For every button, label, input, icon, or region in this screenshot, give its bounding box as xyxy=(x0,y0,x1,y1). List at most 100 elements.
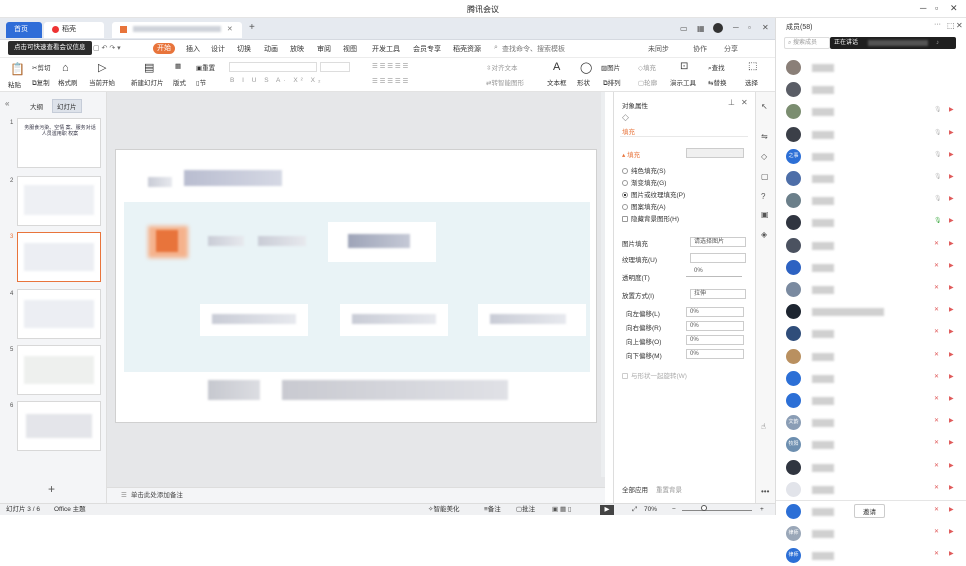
mic-status-icon[interactable]: ✕ xyxy=(934,284,939,291)
member-row[interactable]: ✕ ▶ xyxy=(784,458,964,478)
app-minimize-icon[interactable]: ─ xyxy=(733,23,739,32)
mic-status-icon[interactable]: 🎙 xyxy=(934,217,942,224)
fill-header[interactable]: ▴ 填充 xyxy=(622,149,640,159)
share-button[interactable]: 分享 xyxy=(724,44,738,54)
arrange-button[interactable]: ⧉排列 xyxy=(603,77,621,88)
align-text-button[interactable]: ⇳对齐文本 xyxy=(486,62,517,72)
camera-status-icon[interactable]: ▶ xyxy=(949,462,954,469)
ribbon-tab-view[interactable]: 视图 xyxy=(343,44,357,54)
layout-button[interactable]: 版式 xyxy=(173,77,186,87)
members-close-icon[interactable]: ✕ xyxy=(956,21,963,30)
camera-status-icon[interactable]: ▶ xyxy=(949,240,954,247)
view-buttons[interactable]: ▣ ▦ ▯ xyxy=(552,504,571,516)
invite-button[interactable]: 邀请 xyxy=(854,504,885,518)
offset-left-input[interactable]: 0% xyxy=(686,307,744,317)
member-row[interactable]: ✕ ▶ xyxy=(784,236,964,256)
pin-icon[interactable]: ⊥ xyxy=(728,98,735,107)
font-family-select[interactable] xyxy=(229,62,317,72)
option-picture[interactable]: 图片或纹理填充(P) xyxy=(622,189,685,199)
mic-status-icon[interactable]: ✕ xyxy=(934,439,939,446)
member-row[interactable]: ✕ ▶ xyxy=(784,391,964,411)
member-row[interactable]: 🎙 ▶ xyxy=(784,213,964,233)
ribbon-tab-insert[interactable]: 插入 xyxy=(186,44,200,54)
mic-status-icon[interactable]: ✕ xyxy=(934,328,939,335)
offset-bottom-input[interactable]: 0% xyxy=(686,349,744,359)
pointer-icon[interactable]: ↖ xyxy=(761,102,768,111)
vertical-scrollbar[interactable] xyxy=(601,92,605,477)
member-row[interactable]: ✕ ▶ xyxy=(784,347,964,367)
section-button[interactable]: ▯节 xyxy=(196,77,206,87)
transparency-slider[interactable] xyxy=(686,276,742,277)
ribbon-tab-member[interactable]: 会员专享 xyxy=(413,44,441,54)
member-row[interactable]: 🎙 ▶ xyxy=(784,125,964,145)
layout-icon[interactable]: ▭ xyxy=(680,24,688,33)
new-slide-button[interactable]: 新建幻灯片 xyxy=(131,77,164,87)
mic-status-icon[interactable]: 🎙 xyxy=(934,173,942,180)
meeting-info-tooltip[interactable]: 点击可快速查看会议信息 xyxy=(8,41,92,55)
smartart-button[interactable]: ⇄转智能图形 xyxy=(486,77,524,87)
new-tab-button[interactable]: + xyxy=(249,22,255,33)
sync-status[interactable]: 未同步 xyxy=(648,44,669,54)
camera-status-icon[interactable]: ▶ xyxy=(949,262,954,269)
member-row[interactable]: ✕ ▶ xyxy=(784,480,964,500)
command-search[interactable]: 查找命令、搜索模板 xyxy=(502,44,565,54)
app-maximize-icon[interactable]: ▫ xyxy=(748,23,751,32)
search-icon[interactable]: ⌕ xyxy=(494,44,498,52)
mic-status-icon[interactable]: 🎙 xyxy=(934,106,942,113)
mic-status-icon[interactable]: ✕ xyxy=(934,395,939,402)
current-slide[interactable] xyxy=(115,149,597,423)
mic-status-icon[interactable]: 🎙 xyxy=(934,151,942,158)
camera-status-icon[interactable]: ▶ xyxy=(949,284,954,291)
fill-bucket-icon[interactable]: ◇ xyxy=(622,112,629,123)
present-tools-button[interactable]: 演示工具 xyxy=(670,77,696,87)
find-button[interactable]: ⌕查找 xyxy=(708,62,725,73)
fill-button[interactable]: ◇填充 xyxy=(638,62,656,72)
zoom-slider-thumb[interactable] xyxy=(701,505,707,511)
align-buttons[interactable]: ☰ ☰ ☰ ☰ ☰ xyxy=(372,77,408,85)
offset-right-input[interactable]: 0% xyxy=(686,321,744,331)
ribbon-tab-transition[interactable]: 切换 xyxy=(237,44,251,54)
comment-toggle[interactable]: ▢批注 xyxy=(516,504,535,516)
new-slide-icon[interactable]: ▤ xyxy=(144,61,154,74)
tab-close-icon[interactable]: ✕ xyxy=(227,26,233,33)
location-icon[interactable]: ◈ xyxy=(761,230,767,239)
mic-status-icon[interactable]: ✕ xyxy=(934,373,939,380)
replace-button[interactable]: ⇆替换 xyxy=(708,77,726,87)
camera-status-icon[interactable]: ▶ xyxy=(949,195,954,202)
mic-status-icon[interactable]: ✕ xyxy=(934,306,939,313)
rotate-with-shape[interactable]: 与形状一起旋转(W) xyxy=(622,370,687,380)
reset-background-button[interactable]: 重置背景 xyxy=(656,484,682,494)
mic-status-icon[interactable]: 🎙 xyxy=(934,129,942,136)
font-style-buttons[interactable]: B I U S A· X² X₂ xyxy=(230,77,324,84)
member-row[interactable]: 之事 🎙 ▶ xyxy=(784,147,964,167)
clipboard-icon[interactable]: ▢ xyxy=(761,172,769,181)
from-current-button[interactable]: 当前开始 xyxy=(89,77,115,87)
apply-all-button[interactable]: 全部应用 xyxy=(622,484,648,494)
slide-thumbnail-5[interactable] xyxy=(17,345,101,395)
member-row[interactable]: 律师 ✕ ▶ xyxy=(784,546,964,566)
member-row[interactable]: 🎙 ▶ xyxy=(784,169,964,189)
zoom-out-icon[interactable]: − xyxy=(672,504,676,516)
camera-status-icon[interactable]: ▶ xyxy=(949,373,954,380)
camera-status-icon[interactable]: ▶ xyxy=(949,173,954,180)
member-row[interactable]: ✕ ▶ xyxy=(784,369,964,389)
fill-tool-icon[interactable]: ◇ xyxy=(761,152,767,161)
offset-top-input[interactable]: 0% xyxy=(686,335,744,345)
notes-area[interactable]: ☰ 单击此处添加备注 xyxy=(107,487,605,503)
outline-button[interactable]: ▢轮廓 xyxy=(638,77,657,87)
camera-status-icon[interactable]: ▶ xyxy=(949,217,954,224)
textbox-button[interactable]: 文本框 xyxy=(547,77,567,87)
zoom-in-icon[interactable]: + xyxy=(760,504,764,516)
mic-status-icon[interactable]: ✕ xyxy=(934,240,939,247)
reset-button[interactable]: ▣重置 xyxy=(196,62,215,72)
shape-button[interactable]: 形状 xyxy=(577,77,590,87)
option-solid[interactable]: 纯色填充(S) xyxy=(622,165,666,175)
paste-icon[interactable]: 📋 xyxy=(10,62,25,76)
placement-select[interactable]: 拉伸 xyxy=(690,289,746,299)
ribbon-tab-developer[interactable]: 开发工具 xyxy=(372,44,400,54)
format-painter-button[interactable]: 格式刷 xyxy=(58,77,78,87)
option-hide-bg[interactable]: 隐藏背景图形(H) xyxy=(622,213,679,223)
mic-status-icon[interactable]: ✕ xyxy=(934,351,939,358)
member-row[interactable]: ✕ ▶ xyxy=(784,302,964,322)
mic-status-icon[interactable]: 🎙 xyxy=(934,195,942,202)
